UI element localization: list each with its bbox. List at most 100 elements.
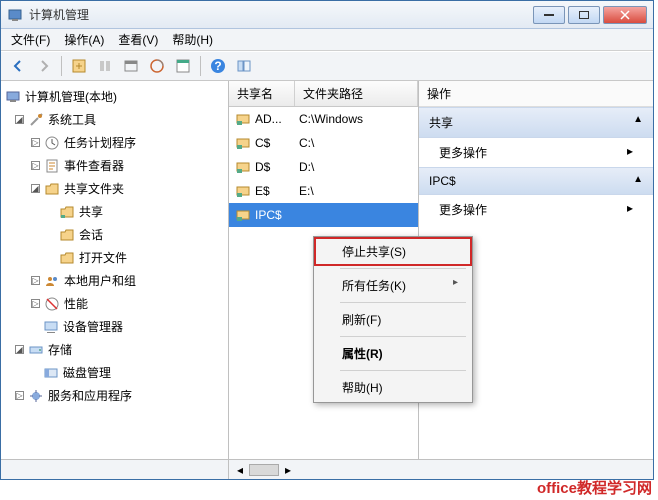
ctx-refresh[interactable]: 刷新(F) xyxy=(314,305,472,334)
action-section-shares[interactable]: 共享 ▲ xyxy=(419,107,653,138)
ctx-stop-share[interactable]: 停止共享(S) xyxy=(314,237,472,266)
users-icon xyxy=(44,273,60,289)
list-row[interactable]: AD... C:\Windows xyxy=(229,107,418,131)
tree-system-tools[interactable]: ◢ 系统工具 xyxy=(3,108,226,131)
collapse-arrow-icon: ▲ xyxy=(633,114,643,131)
shared-folder-icon xyxy=(44,181,60,197)
status-bar: ◂ ▸ xyxy=(1,459,653,479)
tree-event-viewer[interactable]: ▷ 事件查看器 xyxy=(3,154,226,177)
minimize-button[interactable] xyxy=(533,6,565,24)
back-button[interactable] xyxy=(7,55,29,77)
tree-disk-manager[interactable]: 磁盘管理 xyxy=(3,361,226,384)
action-section-ipc[interactable]: IPC$ ▲ xyxy=(419,167,653,195)
expand-icon[interactable]: ▷ xyxy=(31,161,40,170)
tree-pane: 计算机管理(本地) ◢ 系统工具 ▷ 任务计划程序 ▷ 事件查看器 ◢ 共享文件… xyxy=(1,81,229,459)
toolbar-button-2[interactable] xyxy=(94,55,116,77)
clock-icon xyxy=(44,135,60,151)
services-icon xyxy=(28,388,44,404)
menu-separator xyxy=(340,336,466,337)
tree-sessions[interactable]: 会话 xyxy=(3,223,226,246)
collapse-icon[interactable]: ◢ xyxy=(15,115,24,124)
toolbar-divider xyxy=(200,56,201,76)
window-controls xyxy=(533,6,647,24)
list-header: 共享名 文件夹路径 xyxy=(229,81,418,107)
share-icon xyxy=(235,159,251,175)
disk-icon xyxy=(43,365,59,381)
tools-icon xyxy=(28,112,44,128)
event-icon xyxy=(44,158,60,174)
expand-icon[interactable]: ▷ xyxy=(31,138,40,147)
column-folder-path[interactable]: 文件夹路径 xyxy=(295,81,418,106)
share-icon xyxy=(235,207,251,223)
ctx-help[interactable]: 帮助(H) xyxy=(314,373,472,402)
actions-header: 操作 xyxy=(419,81,653,107)
tree-root[interactable]: 计算机管理(本地) xyxy=(3,85,226,108)
ctx-all-tasks[interactable]: 所有任务(K) ▸ xyxy=(314,271,472,300)
tree-services[interactable]: ▷ 服务和应用程序 xyxy=(3,384,226,407)
tree-device-manager[interactable]: 设备管理器 xyxy=(3,315,226,338)
collapse-icon[interactable]: ◢ xyxy=(31,184,40,193)
collapse-arrow-icon: ▲ xyxy=(633,174,643,188)
action-more-1[interactable]: 更多操作 ▸ xyxy=(419,138,653,167)
tree-task-scheduler[interactable]: ▷ 任务计划程序 xyxy=(3,131,226,154)
ctx-properties[interactable]: 属性(R) xyxy=(314,339,472,368)
toolbar-button-1[interactable] xyxy=(68,55,90,77)
scrollbar-area[interactable]: ◂ ▸ xyxy=(229,463,299,477)
menu-file[interactable]: 文件(F) xyxy=(11,31,50,48)
collapse-icon[interactable]: ◢ xyxy=(15,345,24,354)
share-icon xyxy=(235,135,251,151)
scroll-right-icon[interactable]: ▸ xyxy=(285,463,291,477)
tree-performance[interactable]: ▷ 性能 xyxy=(3,292,226,315)
chevron-right-icon: ▸ xyxy=(627,144,633,161)
submenu-arrow-icon: ▸ xyxy=(453,277,458,294)
folder-icon xyxy=(59,250,75,266)
list-row[interactable]: E$ E:\ xyxy=(229,179,418,203)
watermark: office教程学习网 xyxy=(537,477,652,498)
tree-shares[interactable]: 共享 xyxy=(3,200,226,223)
chevron-right-icon: ▸ xyxy=(627,201,633,218)
menu-separator xyxy=(340,302,466,303)
menu-view[interactable]: 查看(V) xyxy=(118,31,158,48)
tree-open-files[interactable]: 打开文件 xyxy=(3,246,226,269)
expand-icon[interactable]: ▷ xyxy=(31,276,40,285)
menu-bar: 文件(F) 操作(A) 查看(V) 帮助(H) xyxy=(1,29,653,51)
expand-icon[interactable]: ▷ xyxy=(31,299,40,308)
toolbar: ? xyxy=(1,51,653,81)
share-icon xyxy=(235,111,251,127)
computer-icon xyxy=(5,89,21,105)
scroll-thumb[interactable] xyxy=(249,464,279,476)
share-icon xyxy=(235,183,251,199)
toolbar-divider xyxy=(61,56,62,76)
list-row-selected[interactable]: IPC$ xyxy=(229,203,418,227)
window-title: 计算机管理 xyxy=(29,6,533,23)
action-more-2[interactable]: 更多操作 ▸ xyxy=(419,195,653,224)
folder-icon xyxy=(59,204,75,220)
help-button[interactable]: ? xyxy=(207,55,229,77)
close-button[interactable] xyxy=(603,6,647,24)
toolbar-button-6[interactable] xyxy=(233,55,255,77)
menu-separator xyxy=(340,370,466,371)
svg-text:?: ? xyxy=(214,59,221,73)
toolbar-button-4[interactable] xyxy=(146,55,168,77)
list-row[interactable]: C$ C:\ xyxy=(229,131,418,155)
toolbar-button-5[interactable] xyxy=(172,55,194,77)
forward-button[interactable] xyxy=(33,55,55,77)
performance-icon xyxy=(44,296,60,312)
menu-action[interactable]: 操作(A) xyxy=(64,31,104,48)
folder-icon xyxy=(59,227,75,243)
column-share-name[interactable]: 共享名 xyxy=(229,81,295,106)
context-menu: 停止共享(S) 所有任务(K) ▸ 刷新(F) 属性(R) 帮助(H) xyxy=(313,236,473,403)
menu-help[interactable]: 帮助(H) xyxy=(172,31,213,48)
expand-icon[interactable]: ▷ xyxy=(15,391,24,400)
tree-local-users[interactable]: ▷ 本地用户和组 xyxy=(3,269,226,292)
title-bar: 计算机管理 xyxy=(1,1,653,29)
toolbar-button-3[interactable] xyxy=(120,55,142,77)
list-row[interactable]: D$ D:\ xyxy=(229,155,418,179)
tree-storage[interactable]: ◢ 存储 xyxy=(3,338,226,361)
menu-separator xyxy=(340,268,466,269)
tree-shared-folders[interactable]: ◢ 共享文件夹 xyxy=(3,177,226,200)
maximize-button[interactable] xyxy=(568,6,600,24)
storage-icon xyxy=(28,342,44,358)
scroll-left-icon[interactable]: ◂ xyxy=(237,463,243,477)
app-icon xyxy=(7,7,23,23)
